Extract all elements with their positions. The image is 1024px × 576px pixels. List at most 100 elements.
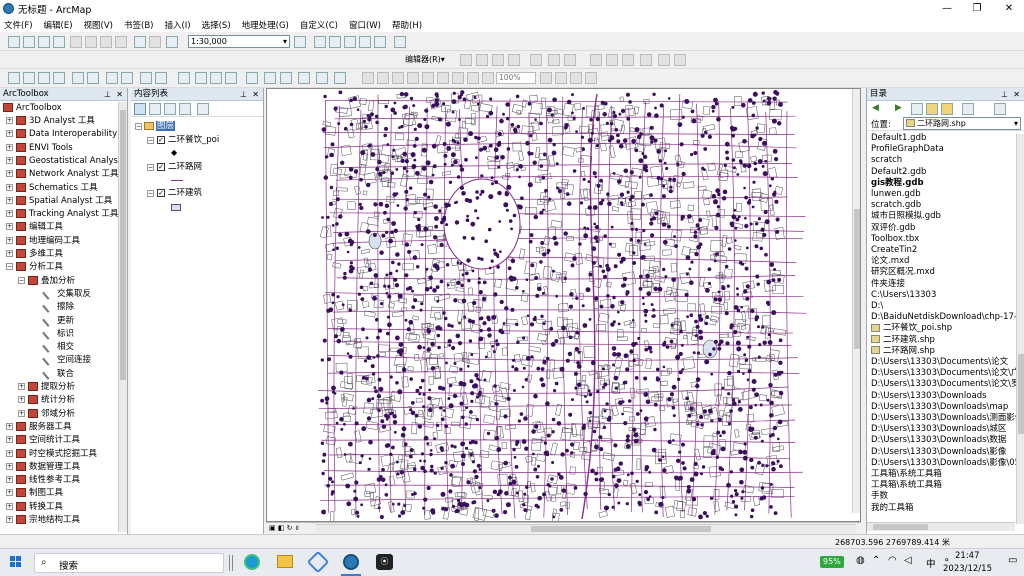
toolset-item[interactable]: + 线性参考工具 <box>6 474 80 487</box>
select-features-icon[interactable] <box>140 72 152 84</box>
menu-item[interactable]: 地理处理(G) <box>242 19 289 31</box>
catalog-item[interactable]: lunwen.gdb <box>871 189 921 200</box>
catalog-item[interactable]: D:\BaiduNetdiskDownload\chp-17-1 <box>871 312 1022 323</box>
expand-icon[interactable]: + <box>6 130 13 138</box>
map-vertical-scrollbar[interactable] <box>852 89 860 513</box>
layer-poi[interactable]: − ✓ 二环餐饮_poi <box>147 134 219 146</box>
rotate-icon[interactable] <box>564 54 576 66</box>
go-to-xy-icon[interactable] <box>280 72 292 84</box>
expand-icon[interactable]: + <box>6 210 13 218</box>
expand-icon[interactable]: + <box>6 143 13 151</box>
menu-item[interactable]: 选择(S) <box>202 19 231 31</box>
list-by-selection-icon[interactable] <box>179 103 191 115</box>
catalog-item[interactable]: 件夹连接 <box>871 279 905 290</box>
attributes-icon[interactable] <box>590 54 602 66</box>
data-view-icon[interactable]: ▣ ◧ ↻ ॥ <box>269 524 299 533</box>
close-button[interactable]: ✕ <box>994 0 1024 17</box>
clear-selection-icon[interactable] <box>155 72 167 84</box>
table-icon[interactable] <box>314 36 326 48</box>
catalog-item[interactable]: 我的工具箱 <box>871 503 914 511</box>
collapse-icon[interactable]: − <box>18 276 25 284</box>
connect-folder-icon[interactable] <box>941 103 953 115</box>
toolset-item[interactable]: + 服务器工具 <box>6 421 72 434</box>
expand-icon[interactable]: + <box>18 409 25 417</box>
tool-item[interactable]: 空间连接 <box>30 353 91 367</box>
cut-polygon-icon[interactable] <box>658 54 670 66</box>
scroll-thumb[interactable] <box>531 526 711 532</box>
wechat-tray-icon[interactable]: ◍ <box>856 555 865 566</box>
hyperlink-icon[interactable] <box>264 72 276 84</box>
toggle-draft-icon[interactable] <box>540 72 552 84</box>
zoom-100-icon[interactable] <box>422 72 434 84</box>
toolset-item[interactable]: + 地理编码工具 <box>6 235 80 248</box>
expand-icon[interactable]: + <box>6 516 13 523</box>
toolbox-root[interactable]: ArcToolbox <box>3 102 62 115</box>
delete-icon[interactable] <box>115 36 127 48</box>
layer-visibility-checkbox[interactable]: ✓ <box>157 162 165 171</box>
time-slider-icon[interactable] <box>298 72 310 84</box>
recorder-icon[interactable]: ⦿ <box>376 554 393 570</box>
pin-icon[interactable]: ⊥ <box>1001 88 1008 101</box>
volume-icon[interactable]: ◁ <box>904 555 912 566</box>
catalog-item[interactable]: D:\ <box>871 301 883 312</box>
catalog-vertical-scrollbar[interactable] <box>1016 134 1024 524</box>
minimize-button[interactable]: — <box>932 0 962 17</box>
print-icon[interactable] <box>53 36 65 48</box>
catalog-item[interactable]: 论文.mxd <box>871 256 909 267</box>
open-icon[interactable] <box>23 36 35 48</box>
expand-icon[interactable]: + <box>6 462 13 470</box>
zoom-out-icon[interactable] <box>23 72 35 84</box>
expand-icon[interactable]: + <box>6 170 13 178</box>
collapse-icon[interactable]: − <box>6 263 13 271</box>
split-icon[interactable] <box>548 54 560 66</box>
catalog-item[interactable]: Toolbox.tbx <box>871 234 919 245</box>
expand-icon[interactable]: + <box>6 236 13 244</box>
change-layout-icon[interactable] <box>570 72 582 84</box>
notifications-icon[interactable]: ▭ <box>1008 555 1017 566</box>
expand-icon[interactable]: + <box>6 156 13 164</box>
create-features-icon[interactable] <box>622 54 634 66</box>
pan-icon[interactable] <box>38 72 50 84</box>
catalog-item[interactable]: D:\Users\13303\Downloads\城区 <box>871 424 1006 435</box>
close-icon[interactable]: ✕ <box>252 88 259 101</box>
scroll-thumb[interactable] <box>120 110 126 380</box>
catalog-item[interactable]: 工具箱\系统工具箱 <box>871 480 942 491</box>
forward-icon[interactable]: ▶ <box>895 103 902 113</box>
menu-item[interactable]: 文件(F) <box>4 19 33 31</box>
search-window-icon[interactable] <box>374 36 386 48</box>
find-icon[interactable] <box>210 72 222 84</box>
layout-zoom-out-icon[interactable] <box>377 72 389 84</box>
reshape-icon[interactable] <box>640 54 652 66</box>
tool-item[interactable]: 擦除 <box>30 300 74 314</box>
layer-visibility-checkbox[interactable]: ✓ <box>157 135 165 144</box>
catalog-item[interactable]: CreateTin2 <box>871 245 917 256</box>
tool-item[interactable]: 更新 <box>30 313 74 328</box>
catalog-item[interactable]: 工具箱\系统工具箱 <box>871 469 942 480</box>
catalog-item[interactable]: 城市日照模拟.gdb <box>871 211 941 222</box>
edit-tool-icon[interactable] <box>460 54 472 66</box>
select-elements-icon[interactable] <box>178 72 190 84</box>
undo-icon[interactable] <box>134 36 146 48</box>
go-back-extent-layout-icon[interactable] <box>467 72 479 84</box>
ime-indicator[interactable]: 中 <box>926 556 936 570</box>
map-canvas[interactable] <box>267 89 861 522</box>
edit-annotation-icon[interactable] <box>476 54 488 66</box>
expand-icon[interactable]: + <box>6 223 13 231</box>
add-data-icon[interactable] <box>166 36 178 48</box>
toolset-item[interactable]: + Data Interoperability T <box>6 128 125 141</box>
catalog-item[interactable]: 研究区概况.mxd <box>871 267 935 278</box>
tool-item[interactable]: 联合 <box>30 366 74 381</box>
menu-item[interactable]: 书签(B) <box>124 19 153 31</box>
editor-toolbar-icon[interactable] <box>294 36 306 48</box>
fixed-zoom-in-layout-icon[interactable] <box>437 72 449 84</box>
catalog-item[interactable]: 二环建筑.shp <box>871 335 935 346</box>
battery-indicator[interactable]: 95% <box>820 556 844 568</box>
toolset-item[interactable]: − 分析工具 <box>6 261 63 274</box>
map-view[interactable] <box>266 88 861 522</box>
new-icon[interactable] <box>8 36 20 48</box>
catalog-item[interactable]: D:\Users\13303\Downloads\map <box>871 402 1008 413</box>
scroll-thumb[interactable] <box>873 524 928 530</box>
catalog-item[interactable]: D:\Users\13303\Documents\论文 <box>871 357 1008 368</box>
toolset-item[interactable]: + ENVI Tools <box>6 142 73 155</box>
expand-icon[interactable]: + <box>6 476 13 484</box>
